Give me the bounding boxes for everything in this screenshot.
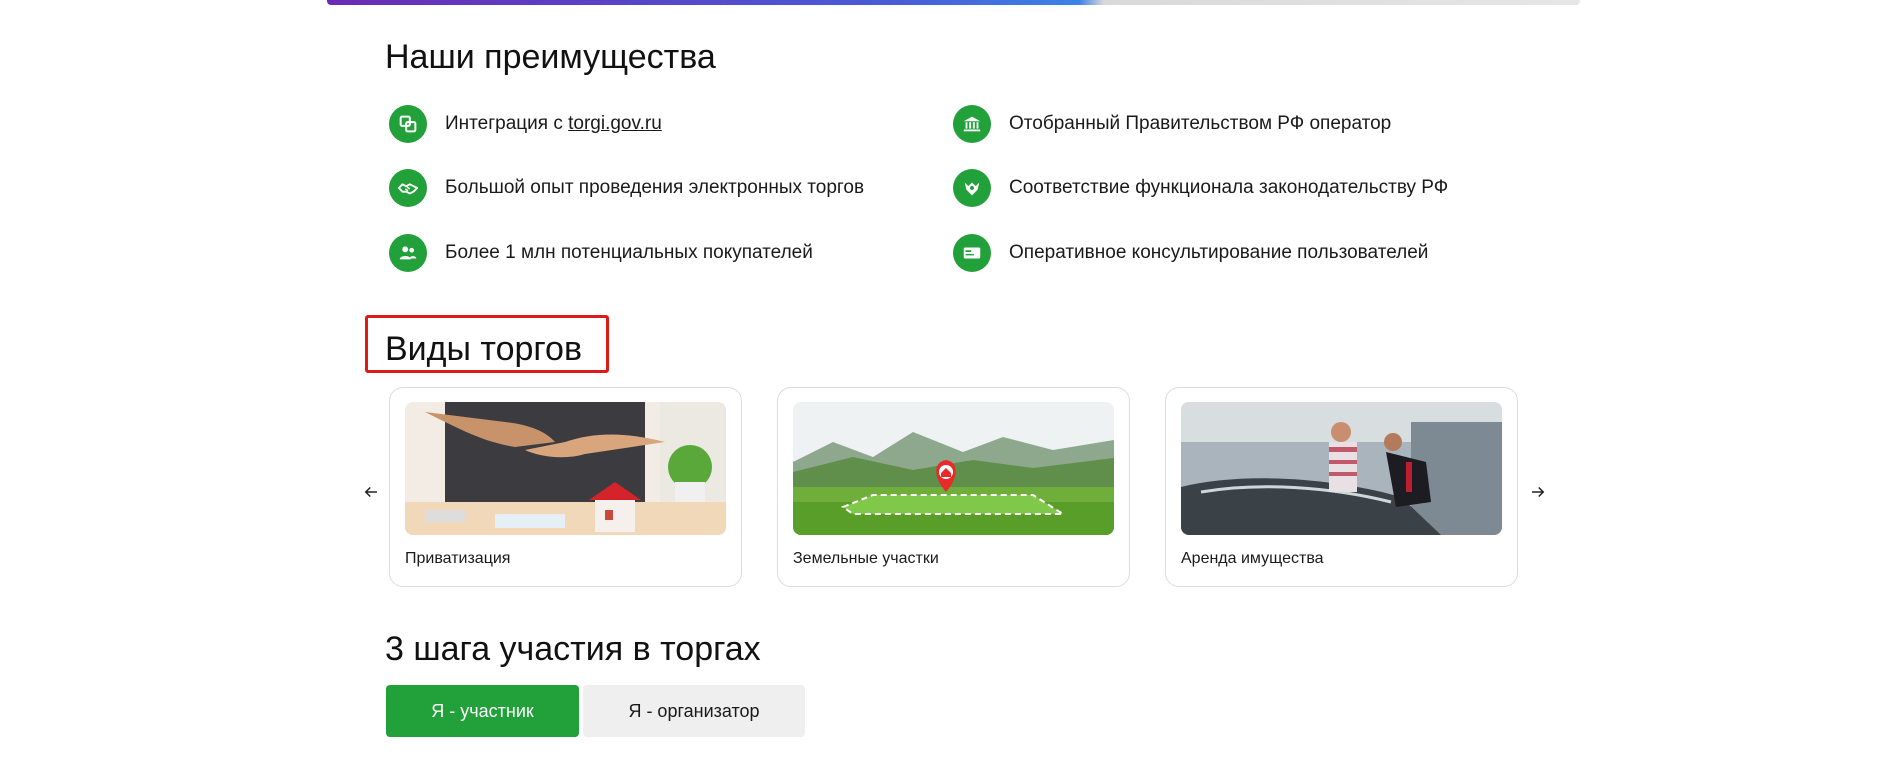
advantage-item-support: Оперативное консультирование пользовател… (953, 233, 1428, 273)
card-label: Аренда имущества (1181, 550, 1324, 567)
advantage-text: Оперативное консультирование пользовател… (1009, 242, 1429, 263)
page: Наши преимущества Интеграция с torgi.gov… (0, 0, 1892, 773)
auction-card-property-rental[interactable]: Аренда имущества (1165, 387, 1518, 587)
emblem-icon (953, 169, 991, 207)
torgi-gov-link[interactable]: torgi.gov.ru (568, 113, 662, 134)
top-banner-strip (327, 0, 1580, 5)
organizer-tab-button[interactable]: Я - организатор (583, 685, 805, 737)
advantage-text: Отобранный Правительством РФ оператор (1009, 113, 1392, 134)
carousel-prev-button[interactable] (359, 480, 383, 504)
card-label: Земельные участки (793, 550, 939, 567)
government-building-icon (953, 105, 991, 143)
land-plot-photo (793, 402, 1114, 535)
advantage-text: Интеграция с torgi.gov.ru (445, 113, 662, 134)
arrow-left-icon (364, 486, 377, 498)
integration-icon (389, 105, 427, 143)
auction-card-land-plots[interactable]: Земельные участки (777, 387, 1130, 587)
arrow-right-icon (1532, 486, 1545, 498)
advantage-text: Большой опыт проведения электронных торг… (445, 177, 865, 198)
handshake-icon (389, 169, 427, 207)
handshake-house-photo (405, 402, 726, 535)
advantage-item-operator: Отобранный Правительством РФ оператор (953, 104, 1391, 144)
auction-types-title: Виды торгов (385, 330, 583, 368)
card-label: Приватизация (405, 550, 511, 567)
participant-tab-button[interactable]: Я - участник (386, 685, 579, 737)
carousel-next-button[interactable] (1526, 480, 1550, 504)
advantage-item-experience: Большой опыт проведения электронных торг… (389, 168, 864, 208)
advantage-item-buyers: Более 1 млн потенциальных покупателей (389, 233, 813, 273)
advantages-title: Наши преимущества (385, 38, 716, 76)
advantage-item-integration: Интеграция с torgi.gov.ru (389, 104, 662, 144)
support-card-icon (953, 234, 991, 272)
car-rental-photo (1181, 402, 1502, 535)
advantage-item-compliance: Соответствие функционала законодательств… (953, 168, 1448, 208)
advantage-text: Соответствие функционала законодательств… (1009, 177, 1449, 198)
auction-card-privatization[interactable]: Приватизация (389, 387, 742, 587)
advantage-text: Более 1 млн потенциальных покупателей (445, 242, 813, 263)
users-icon (389, 234, 427, 272)
steps-title: 3 шага участия в торгах (385, 630, 761, 668)
